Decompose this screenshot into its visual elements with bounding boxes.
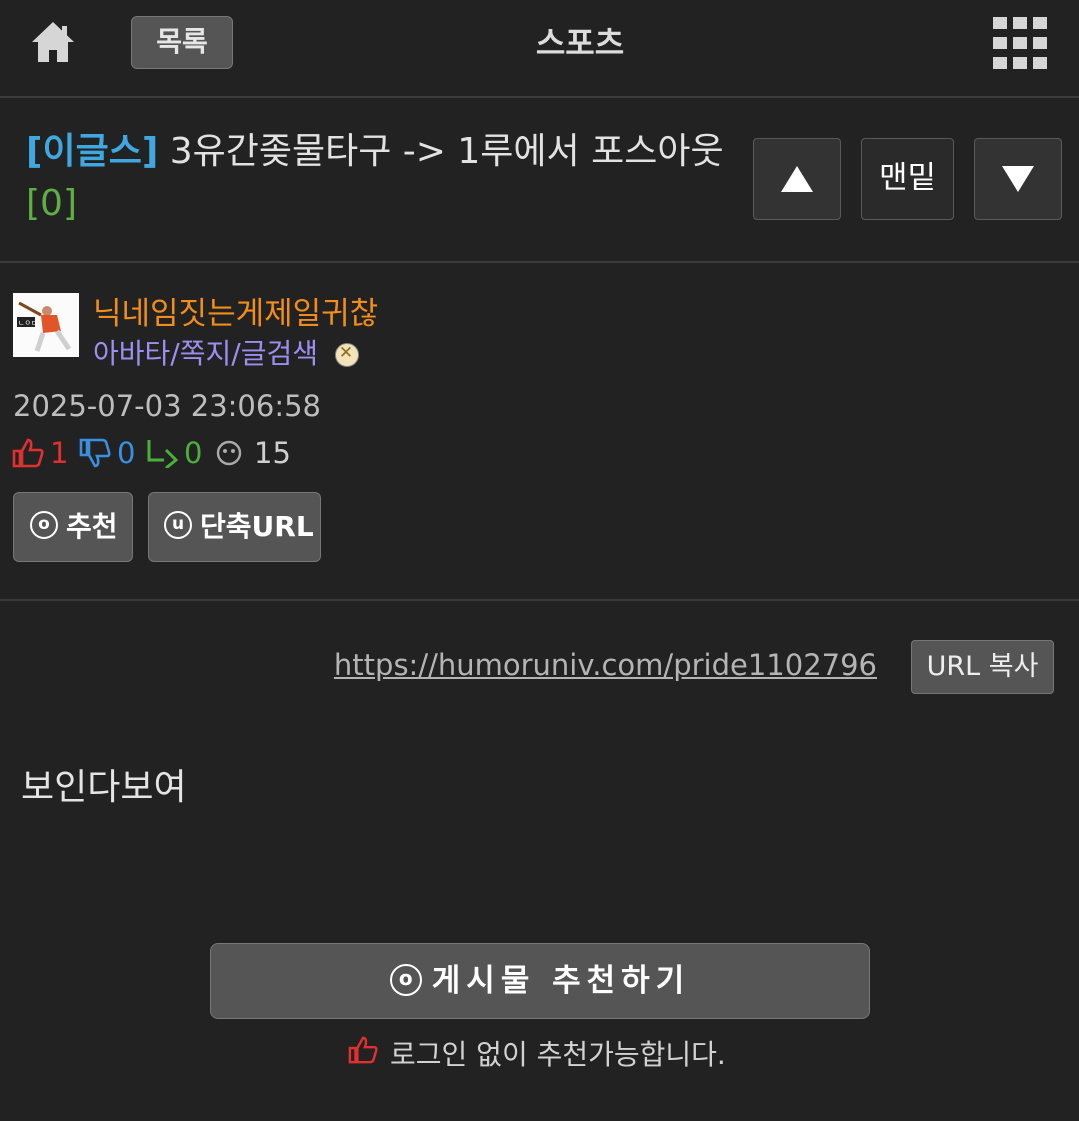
link-separator: /	[170, 337, 180, 370]
thumbs-down-icon	[79, 438, 111, 468]
circle-u-icon: u	[164, 511, 192, 539]
recommend-label: 추천	[66, 510, 118, 543]
view-count: 15	[254, 436, 291, 470]
baseball-player-avatar-icon: ㄴㅇㅁ	[13, 293, 79, 357]
post-title-text: 3유간좆물타구 -> 1루에서 포스아웃	[169, 131, 724, 172]
arrow-down-icon	[1002, 166, 1034, 192]
post-title: [이글스] 3유간좆물타구 -> 1루에서 포스아웃 [0]	[26, 126, 726, 230]
list-button[interactable]: 목록	[131, 16, 233, 69]
grid-menu-icon[interactable]	[993, 17, 1047, 71]
message-link[interactable]: 쪽지	[180, 337, 232, 370]
reply-arrow-icon	[147, 440, 179, 468]
recommend-button[interactable]: o 추천	[13, 492, 133, 562]
divider	[0, 599, 1079, 601]
post-url-link[interactable]: https://humoruniv.com/pride1102796	[334, 648, 877, 682]
thumbs-up-icon	[348, 1036, 378, 1064]
thumbs-up-icon	[12, 438, 44, 468]
like-stat: 1	[12, 436, 72, 472]
home-icon[interactable]	[30, 20, 76, 64]
comment-count[interactable]: [0]	[26, 183, 77, 224]
arrow-up-icon	[781, 166, 813, 192]
svg-text:ㄴㅇㅁ: ㄴㅇㅁ	[18, 319, 37, 327]
scroll-down-button[interactable]	[974, 138, 1062, 220]
recommend-post-label: 게시물 추천하기	[431, 963, 691, 999]
like-count: 1	[50, 436, 69, 470]
login-note-text: 로그인 없이 추천가능합니다.	[390, 1038, 726, 1071]
post-body: 보인다보여	[21, 767, 187, 808]
link-separator: /	[231, 337, 241, 370]
scroll-up-button[interactable]	[753, 138, 841, 220]
short-url-label: 단축URL	[200, 510, 314, 543]
board-tag[interactable]: [이글스]	[26, 131, 158, 172]
member-links: 아바타/쪽지/글검색	[93, 332, 359, 372]
search-posts-link[interactable]: 글검색	[241, 337, 318, 370]
member-badge-icon	[334, 343, 359, 367]
short-url-button[interactable]: u 단축URL	[148, 492, 321, 562]
dislike-count: 0	[117, 436, 136, 470]
share-count: 0	[184, 436, 203, 470]
face-icon	[216, 440, 242, 466]
circle-o-icon: o	[30, 511, 58, 539]
scroll-bottom-button[interactable]: 맨밑	[861, 138, 954, 220]
avatar[interactable]: ㄴㅇㅁ	[13, 293, 79, 357]
circle-o-icon: o	[389, 963, 422, 996]
top-bar: 목록 스포츠	[0, 0, 1079, 98]
avatar-link[interactable]: 아바타	[93, 337, 170, 370]
author-nickname[interactable]: 닉네임짓는게제일귀찮	[93, 288, 378, 333]
view-stat: 15	[216, 436, 296, 472]
share-stat: 0	[146, 436, 206, 472]
recommend-post-button[interactable]: o 게시물 추천하기	[210, 943, 870, 1019]
page-title: 스포츠	[535, 24, 625, 62]
copy-url-button[interactable]: URL 복사	[911, 640, 1054, 694]
dislike-stat: 0	[79, 436, 139, 472]
post-date: 2025-07-03 23:06:58	[13, 389, 321, 423]
